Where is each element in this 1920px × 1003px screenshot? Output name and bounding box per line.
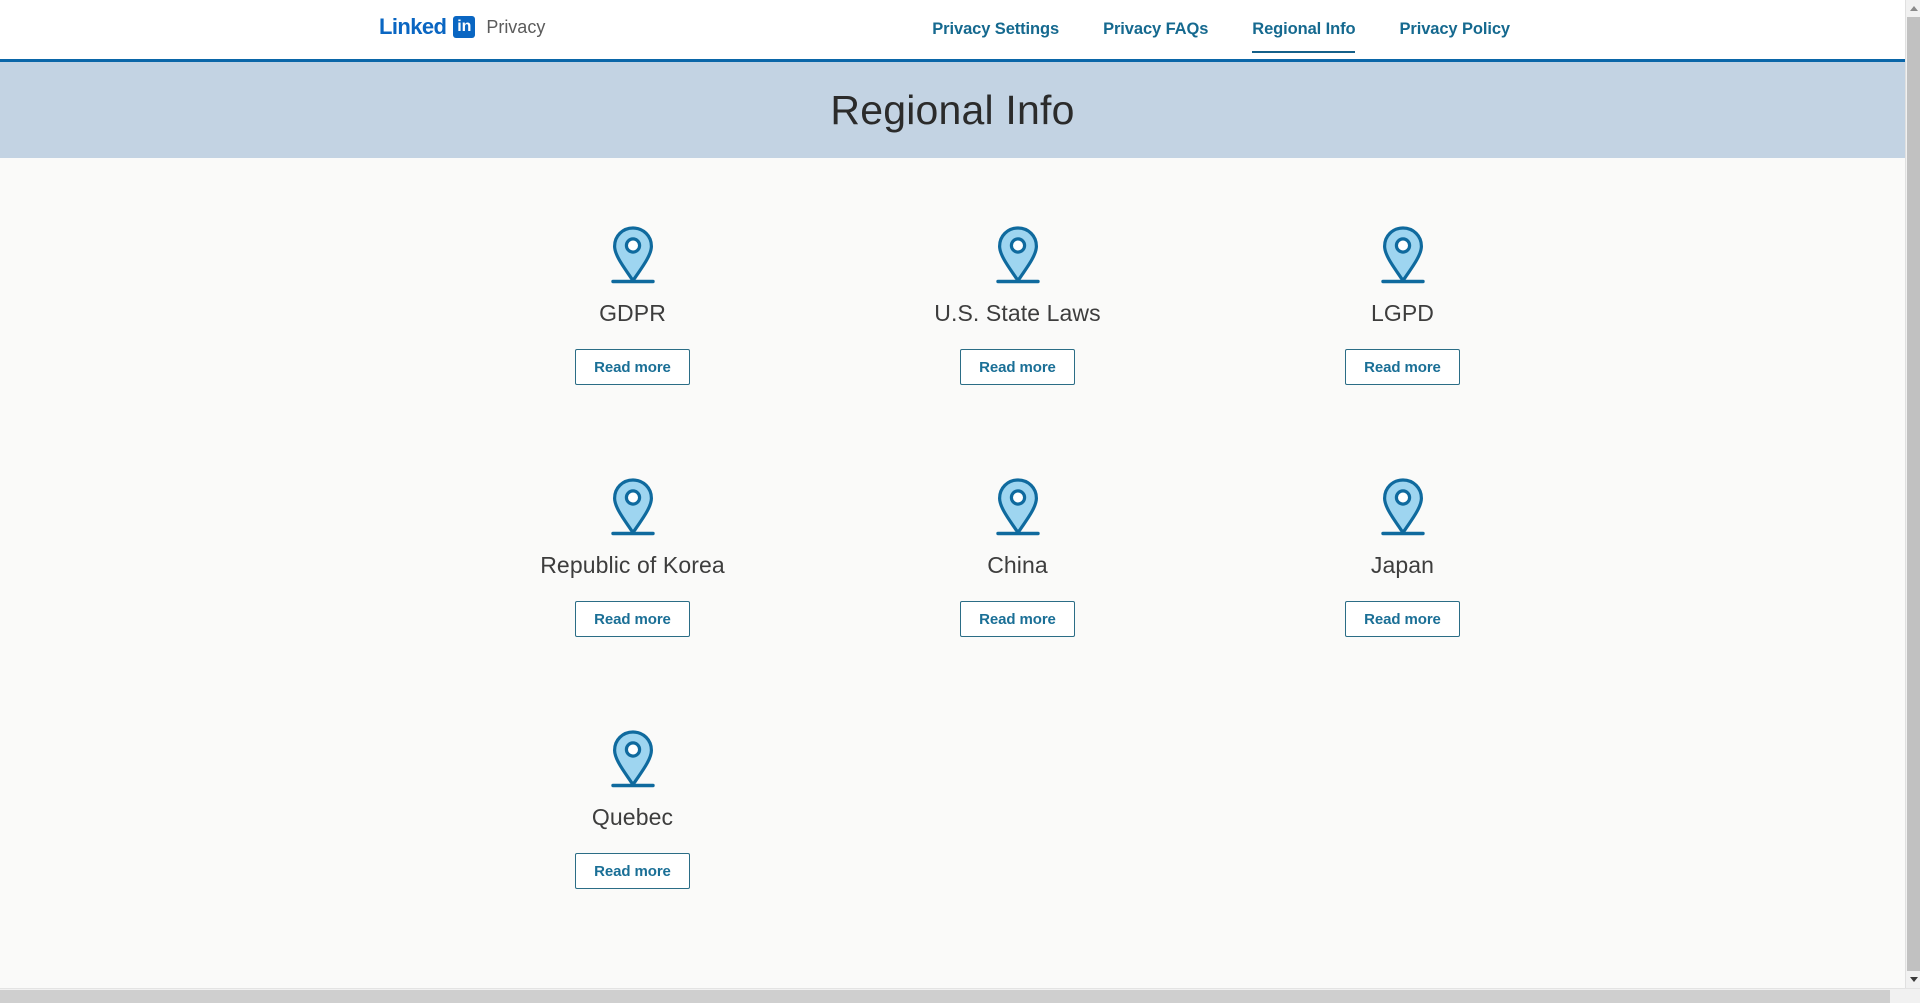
map-pin-icon [995, 226, 1040, 284]
linkedin-in-icon: in [453, 16, 476, 38]
page-root: Linked in Privacy Privacy Settings Priva… [0, 0, 1920, 1003]
region-card: LGPD Read more [1210, 224, 1595, 476]
map-pin-icon [610, 226, 655, 284]
scroll-up-arrow-icon[interactable] [1906, 0, 1920, 17]
horizontal-scrollbar-thumb[interactable] [0, 990, 1890, 1003]
read-more-button[interactable]: Read more [1345, 349, 1460, 385]
read-more-button[interactable]: Read more [1345, 601, 1460, 637]
nav-item-privacy-settings[interactable]: Privacy Settings [932, 20, 1059, 43]
region-card: Japan Read more [1210, 476, 1595, 728]
read-more-button[interactable]: Read more [575, 853, 690, 889]
region-card: GDPR Read more [440, 224, 825, 476]
regions-grid: GDPR Read more U.S. State Laws Read more [440, 224, 1540, 980]
map-pin-icon [610, 730, 655, 788]
scroll-down-arrow-icon[interactable] [1906, 971, 1920, 988]
page-title: Regional Info [830, 86, 1075, 133]
map-pin-icon [995, 478, 1040, 536]
region-name: China [987, 552, 1048, 578]
site-header: Linked in Privacy Privacy Settings Priva… [0, 0, 1905, 62]
region-card: Republic of Korea Read more [440, 476, 825, 728]
read-more-button[interactable]: Read more [960, 349, 1075, 385]
map-pin-icon [1380, 226, 1425, 284]
vertical-scrollbar-thumb[interactable] [1907, 17, 1920, 988]
chevron-down-icon [1909, 977, 1918, 982]
region-card: China Read more [825, 476, 1210, 728]
read-more-button[interactable]: Read more [575, 601, 690, 637]
nav-item-regional-info[interactable]: Regional Info [1252, 20, 1356, 53]
nav-item-privacy-policy[interactable]: Privacy Policy [1399, 20, 1510, 43]
horizontal-scrollbar[interactable] [0, 988, 1920, 1003]
read-more-button[interactable]: Read more [575, 349, 690, 385]
region-name: GDPR [599, 300, 666, 326]
region-card: U.S. State Laws Read more [825, 224, 1210, 476]
main-content: GDPR Read more U.S. State Laws Read more [0, 158, 1905, 1001]
chevron-up-icon [1909, 6, 1918, 11]
region-name: LGPD [1370, 300, 1435, 326]
region-name: Republic of Korea [540, 552, 725, 578]
region-card: Quebec Read more [440, 728, 825, 980]
map-pin-icon [610, 478, 655, 536]
brand-subtitle: Privacy [486, 17, 546, 37]
read-more-button[interactable]: Read more [960, 601, 1075, 637]
nav-item-privacy-faqs[interactable]: Privacy FAQs [1103, 20, 1208, 43]
linkedin-wordmark: Linked [379, 14, 447, 39]
linkedin-privacy-logo[interactable]: Linked in Privacy [379, 16, 545, 38]
map-pin-icon [1380, 478, 1425, 536]
vertical-scrollbar[interactable] [1905, 0, 1920, 988]
region-name: Japan [1370, 552, 1435, 578]
region-name: Quebec [591, 804, 674, 830]
hero-banner: Regional Info [0, 62, 1905, 158]
primary-navigation: Privacy Settings Privacy FAQs Regional I… [932, 0, 1510, 62]
region-name: U.S. State Laws [934, 300, 1101, 326]
